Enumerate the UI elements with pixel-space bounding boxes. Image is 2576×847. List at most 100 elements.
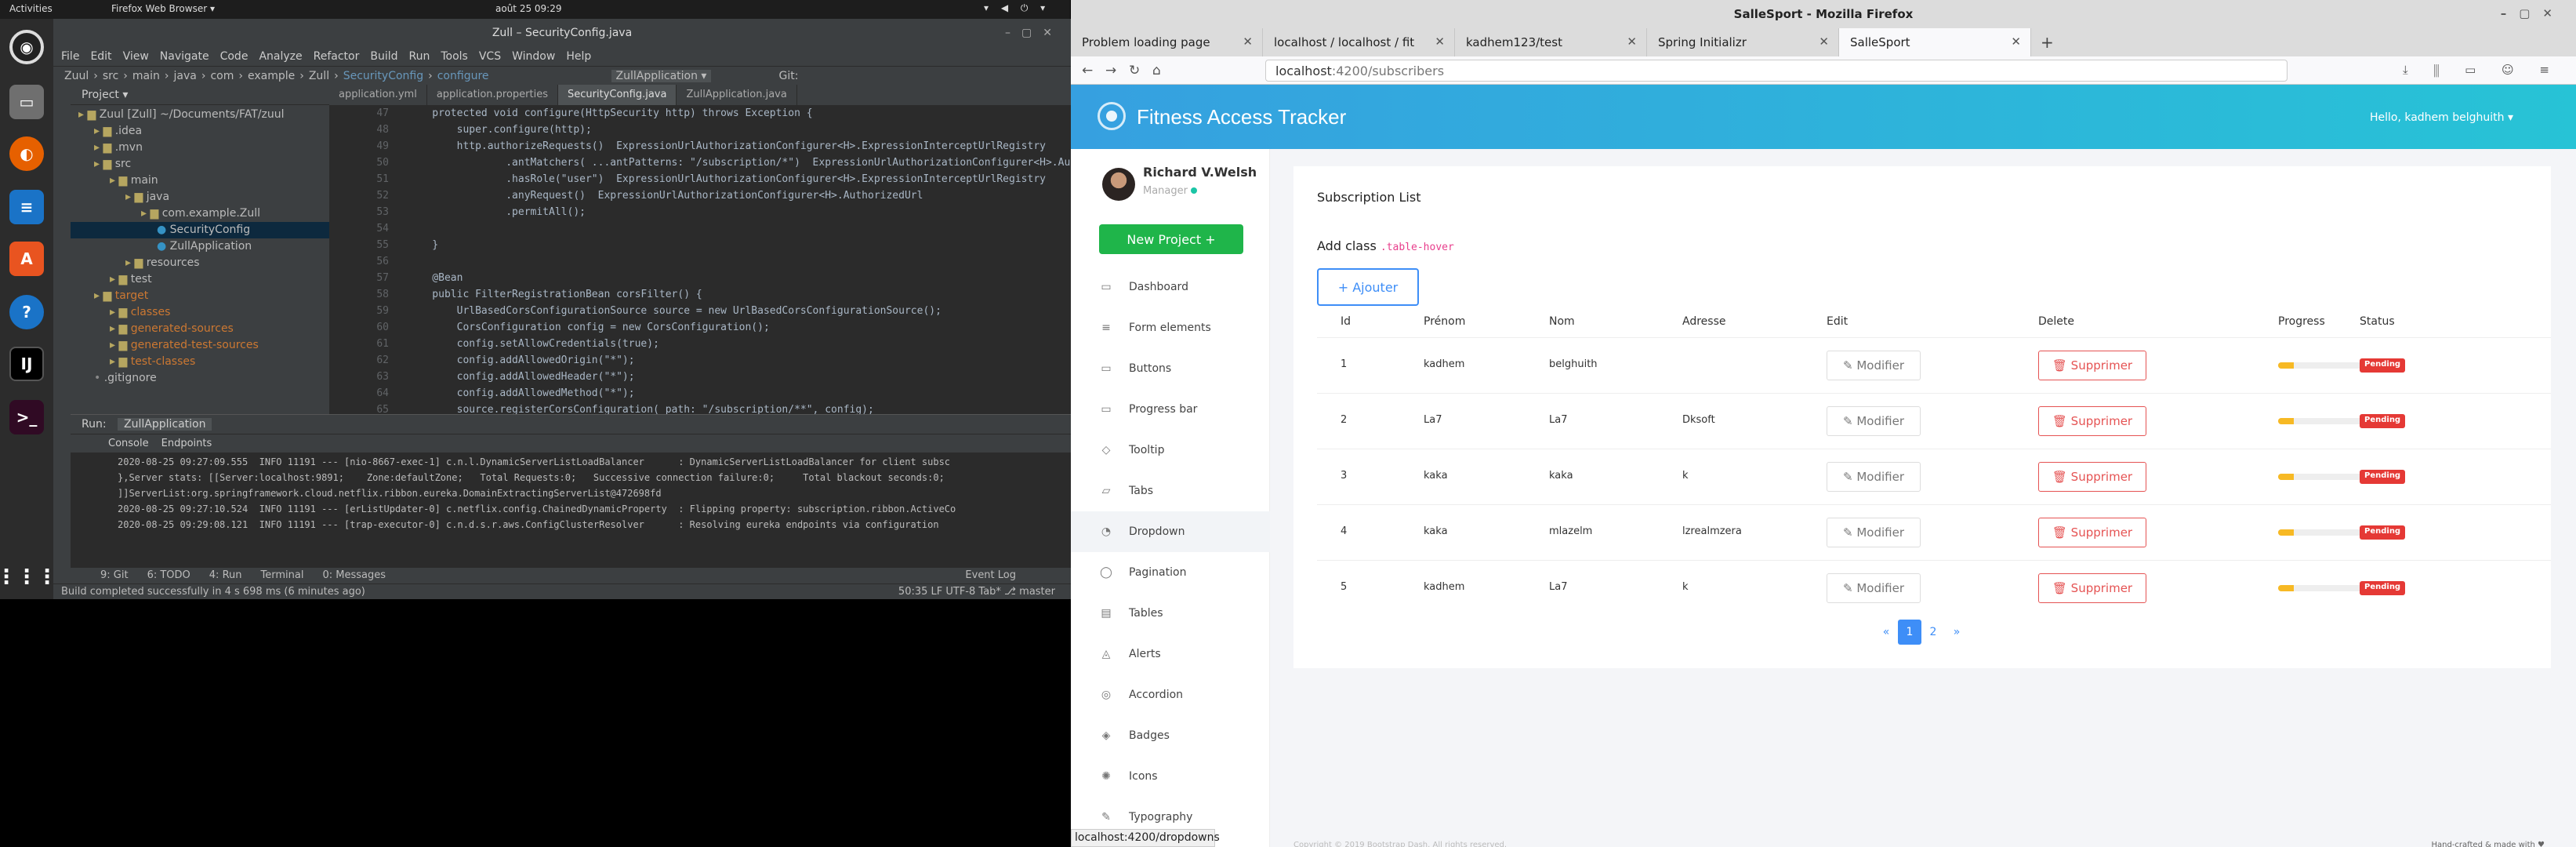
add-button[interactable]: + Ajouter [1317, 268, 1419, 306]
code-line[interactable] [408, 220, 1137, 237]
delete-button[interactable]: 🗑 Supprimer [2038, 406, 2146, 436]
crumb[interactable]: src [103, 70, 118, 82]
menu-vcs[interactable]: VCS [479, 50, 501, 63]
firefox-icon[interactable]: ◐ [9, 136, 44, 171]
menu-file[interactable]: File [61, 50, 79, 63]
page-2[interactable]: 2 [1921, 620, 1945, 645]
rhythmbox-icon[interactable]: ◉ [9, 30, 44, 64]
page-next[interactable]: » [1945, 620, 1968, 645]
status-right[interactable]: 50:35 LF UTF-8 Tab* ⎇ master [898, 586, 1055, 598]
code-line[interactable]: config.addAllowedOrigin("*"); [408, 352, 1137, 369]
app-title[interactable]: Fitness Access Tracker [1137, 105, 1346, 129]
terminal-icon[interactable]: >_ [9, 400, 44, 434]
menu-navigate[interactable]: Navigate [160, 50, 209, 63]
code-line[interactable]: .hasRole("user") ExpressionUrlAuthorizat… [408, 171, 1137, 187]
tree-item[interactable]: ● ZullApplication [71, 238, 329, 255]
delete-button[interactable]: 🗑 Supprimer [2038, 573, 2146, 603]
sidebar-item-progress-bar[interactable]: ▭ Progress bar [1071, 389, 1270, 430]
sidebar-item-tabs[interactable]: ▱ Tabs [1071, 471, 1270, 511]
code-line[interactable]: config.setAllowCredentials(true); [408, 336, 1137, 352]
git-tool-tab[interactable]: 9: Git [100, 569, 129, 582]
tree-item[interactable]: ▸ ▆ target [71, 288, 329, 304]
close-icon[interactable]: ✕ [1819, 35, 1829, 49]
sidebar-item-alerts[interactable]: ◬ Alerts [1071, 634, 1270, 674]
page-prev[interactable]: « [1874, 620, 1898, 645]
tree-item[interactable]: ▸ ▆ com.example.Zull [71, 205, 329, 222]
activities-button[interactable]: Activities [9, 3, 53, 14]
sidebar-item-dashboard[interactable]: ▭ Dashboard [1071, 267, 1270, 307]
code-editor[interactable]: application.yml application.properties S… [329, 85, 1137, 432]
menu-build[interactable]: Build [370, 50, 397, 63]
show-apps-icon[interactable]: ⋮⋮⋮ [0, 560, 57, 594]
code-line[interactable]: UrlBasedCorsConfigurationSource source =… [408, 303, 1137, 319]
code-line[interactable]: .antMatchers( ...antPatterns: "/subscrip… [408, 154, 1137, 171]
endpoints-tab[interactable]: Endpoints [161, 438, 212, 449]
tree-item[interactable]: ▸ ▆ .mvn [71, 140, 329, 156]
help-icon[interactable]: ? [9, 295, 44, 329]
reload-icon[interactable]: ↻ [1129, 63, 1140, 78]
todo-tool-tab[interactable]: 6: TODO [147, 569, 190, 582]
window-controls[interactable]: –▢✕ [1005, 27, 1063, 39]
browser-window-controls[interactable]: –▢✕ [2501, 6, 2565, 20]
tab-problem-loading[interactable]: Problem loading page ✕ [1071, 28, 1263, 56]
menu-view[interactable]: View [123, 50, 149, 63]
terminal-tool-tab[interactable]: Terminal [261, 569, 304, 582]
code-line[interactable]: .anyRequest() ExpressionUrlAuthorization… [408, 187, 1137, 204]
url-bar[interactable]: localhost:4200/subscribers [1265, 60, 2288, 82]
tree-item[interactable]: ▸ ▆ main [71, 173, 329, 189]
crumb[interactable]: com [210, 70, 234, 82]
run-config-select[interactable]: ZullApplication ▾ [611, 69, 712, 82]
code-line[interactable]: } [408, 237, 1137, 253]
menu-tools[interactable]: Tools [441, 50, 468, 63]
forward-icon[interactable]: → [1105, 63, 1116, 78]
tab-github[interactable]: kadhem123/test ✕ [1455, 28, 1647, 56]
tree-item[interactable]: ▸ ▆ test-classes [71, 354, 329, 370]
code-line[interactable]: .permitAll(); [408, 204, 1137, 220]
delete-button[interactable]: 🗑 Supprimer [2038, 462, 2146, 492]
tree-item[interactable]: ● SecurityConfig [71, 222, 329, 238]
sidebar-item-pagination[interactable]: ◯ Pagination [1071, 552, 1270, 593]
close-icon[interactable]: ✕ [1627, 35, 1637, 49]
sidebar-item-form-elements[interactable]: ≡ Form elements [1071, 307, 1270, 348]
tab-spring-initializr[interactable]: Spring Initializr ✕ [1647, 28, 1839, 56]
software-center-icon[interactable]: A [9, 242, 44, 276]
sidebar-item-icons[interactable]: ✺ Icons [1071, 756, 1270, 797]
sidebar-item-badges[interactable]: ◈ Badges [1071, 715, 1270, 756]
toolbar-icons[interactable]: ⤓ ⫼ ▭ ☺ ≡ [2403, 63, 2560, 77]
sidebar-item-tables[interactable]: ▤ Tables [1071, 593, 1270, 634]
crumb[interactable]: java [174, 70, 197, 82]
run-tool-tab[interactable]: 4: Run [209, 569, 242, 582]
tab-zullapplication[interactable]: ZullApplication.java [677, 85, 797, 105]
menu-run[interactable]: Run [409, 50, 430, 63]
new-tab-button[interactable]: + [2031, 28, 2063, 56]
messages-tool-tab[interactable]: 0: Messages [322, 569, 386, 582]
user-menu[interactable]: Hello, kadhem belghuith ▾ [2370, 111, 2513, 124]
menu-refactor[interactable]: Refactor [314, 50, 360, 63]
code-line[interactable]: config.addAllowedMethod("*"); [408, 385, 1137, 402]
menu-help[interactable]: Help [566, 50, 591, 63]
console-output[interactable]: 2020-08-25 09:27:09.555 INFO 11191 --- [… [118, 454, 956, 533]
sidebar-item-buttons[interactable]: ▭ Buttons [1071, 348, 1270, 389]
page-1[interactable]: 1 [1898, 620, 1921, 645]
home-icon[interactable]: ⌂ [1152, 63, 1161, 78]
app-menu[interactable]: Firefox Web Browser ▾ [111, 3, 215, 14]
back-icon[interactable]: ← [1082, 63, 1093, 78]
code-lines[interactable]: protected void configure(HttpSecurity ht… [408, 105, 1137, 434]
intellij-icon[interactable]: IJ [9, 347, 44, 381]
tab-securityconfig[interactable]: SecurityConfig.java [558, 85, 677, 105]
code-line[interactable]: protected void configure(HttpSecurity ht… [408, 105, 1137, 122]
tree-item[interactable]: • .gitignore [71, 370, 329, 387]
sidebar-item-dropdown[interactable]: ◔ Dropdown [1071, 511, 1270, 552]
close-icon[interactable]: ✕ [1243, 35, 1253, 49]
code-line[interactable]: @Bean [408, 270, 1137, 286]
clock[interactable]: août 25 09:29 [495, 3, 562, 14]
code-line[interactable]: http.authorizeRequests() ExpressionUrlAu… [408, 138, 1137, 154]
code-line[interactable]: super.configure(http); [408, 122, 1137, 138]
crumb[interactable]: Zuul [64, 70, 89, 82]
tree-item[interactable]: ▸ ▆ generated-test-sources [71, 337, 329, 354]
delete-button[interactable]: 🗑 Supprimer [2038, 351, 2146, 380]
delete-button[interactable]: 🗑 Supprimer [2038, 518, 2146, 547]
close-icon[interactable]: ✕ [2011, 35, 2021, 49]
crumb[interactable]: configure [437, 70, 489, 82]
run-app-tab[interactable]: ZullApplication [118, 418, 212, 431]
